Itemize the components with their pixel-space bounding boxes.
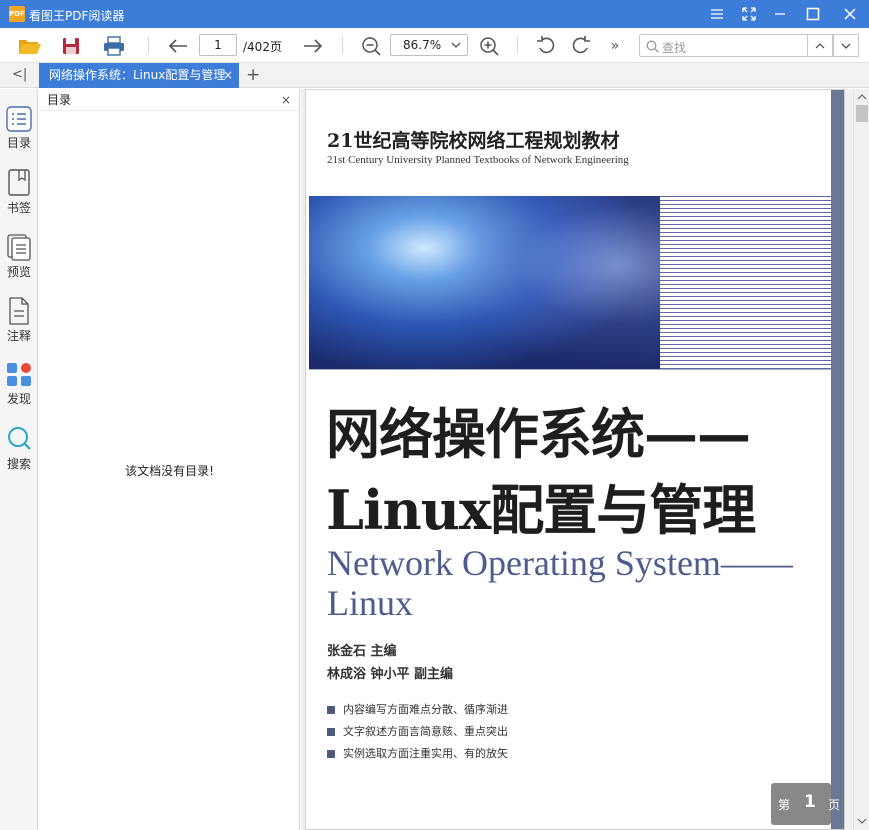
vertical-scrollbar[interactable] <box>853 89 869 830</box>
series-title-en: 21st Century University Planned Textbook… <box>327 154 629 166</box>
minimize-button[interactable] <box>763 0 797 28</box>
author-main: 张金石 主编 <box>327 644 397 659</box>
book-title-cn-line1: 网络操作系统—— <box>326 402 751 466</box>
nav-label: 注释 <box>6 329 31 343</box>
zoom-in-icon <box>480 36 499 56</box>
cover-artwork <box>309 196 833 369</box>
pdf-page: 21世纪高等院校网络工程规划教材 21st Century University… <box>305 89 845 830</box>
nav-item-discover[interactable]: 发现 <box>0 361 38 407</box>
rotate-left-icon <box>537 35 555 53</box>
title-bar: PDF 看图王PDF阅读器 <box>0 0 869 28</box>
panel-title: 目录 <box>47 93 72 107</box>
page-total: /402页 <box>243 40 282 54</box>
tab-bar: <| 网络操作系统：Linux配置与管理 × + <box>0 63 869 88</box>
book-spine-strip <box>831 90 844 829</box>
menu-icon[interactable] <box>700 0 734 28</box>
book-title-en-line1: Network Operating System—— <box>327 543 793 583</box>
feature-bullet: 内容编写方面难点分散、循序渐进 <box>327 701 508 717</box>
close-button[interactable] <box>833 0 867 28</box>
nav-label: 书签 <box>6 201 31 215</box>
new-tab-button[interactable]: + <box>246 65 260 85</box>
bookmark-icon <box>8 169 30 196</box>
rotate-right-icon <box>572 35 590 53</box>
arrow-right-icon <box>304 38 323 53</box>
search-placeholder: 查找 <box>662 41 687 55</box>
feature-bullet: 实例选取方面注重实用、有的放矢 <box>327 745 508 761</box>
print-icon <box>104 35 124 56</box>
page-number-input[interactable]: 1 <box>199 34 237 56</box>
zoom-out-icon <box>362 36 381 56</box>
app-title: 看图王PDF阅读器 <box>29 9 125 23</box>
sidebar-toggle-button[interactable]: <| <box>12 67 27 82</box>
stripe-pattern <box>660 196 833 369</box>
toc-empty-message: 该文档没有目录! <box>125 464 214 478</box>
zoom-value: 86.7% <box>403 38 442 52</box>
fullscreen-icon[interactable] <box>732 0 766 28</box>
chevron-down-icon <box>451 36 461 60</box>
prev-page-button[interactable] <box>165 28 191 63</box>
nav-label: 目录 <box>6 136 31 150</box>
search-prev-button[interactable] <box>807 34 833 57</box>
maximize-button[interactable] <box>796 0 830 28</box>
toc-panel: 目录 × 该文档没有目录! <box>39 89 300 830</box>
folder-open-icon <box>19 39 41 54</box>
toc-icon <box>6 106 32 132</box>
scrollbar-thumb[interactable] <box>856 105 868 122</box>
rotate-left-button[interactable] <box>533 28 559 63</box>
document-viewer[interactable]: 21世纪高等院校网络工程规划教材 21st Century University… <box>301 89 853 830</box>
toolbar-divider <box>148 37 149 54</box>
nav-item-bookmark[interactable]: 书签 <box>0 169 38 216</box>
tab-label: 网络操作系统：Linux配置与管理 <box>49 68 226 82</box>
nav-label: 发现 <box>6 392 31 406</box>
scroll-down-icon <box>857 818 867 824</box>
nav-item-toc[interactable]: 目录 <box>0 106 38 151</box>
arrow-left-icon <box>168 38 187 53</box>
toolbar-divider <box>517 37 518 54</box>
save-button[interactable] <box>57 28 85 63</box>
left-nav: 目录 书签 预览 注释 发现 搜索 <box>0 89 38 830</box>
tab-close-icon[interactable]: × <box>223 63 233 88</box>
book-title-cn-line2: Linux配置与管理 <box>326 478 756 542</box>
search-input[interactable]: 查找 <box>639 34 808 57</box>
print-button[interactable] <box>99 28 129 63</box>
toolbar-divider <box>342 37 343 54</box>
search-icon <box>646 40 659 53</box>
next-page-button[interactable] <box>300 28 326 63</box>
rotate-right-button[interactable] <box>568 28 594 63</box>
annotation-icon <box>9 297 29 325</box>
feature-bullet: 文字叙述方面言简意赅、重点突出 <box>327 723 508 739</box>
toolbar: 1 /402页 86.7% » 查找 <box>0 28 869 63</box>
preview-icon <box>7 234 31 261</box>
page-indicator-number: 1 <box>804 792 816 812</box>
panel-close-icon[interactable]: × <box>281 89 291 111</box>
series-title-cn: 21世纪高等院校网络工程规划教材 <box>327 130 620 152</box>
zoom-select[interactable]: 86.7% <box>390 34 468 56</box>
open-file-button[interactable] <box>15 28 45 63</box>
book-title-en-line2: Linux <box>327 583 413 623</box>
search-icon <box>8 427 31 450</box>
panel-header: 目录 × <box>39 89 299 111</box>
chevron-up-icon <box>815 42 825 48</box>
nav-item-annotation[interactable]: 注释 <box>0 297 38 344</box>
chevron-down-icon <box>841 43 851 49</box>
tab-document[interactable]: 网络操作系统：Linux配置与管理 × <box>39 63 239 88</box>
zoom-in-button[interactable] <box>476 28 502 63</box>
zoom-out-button[interactable] <box>358 28 384 63</box>
discover-icon <box>7 363 31 386</box>
nav-label: 预览 <box>6 265 31 279</box>
nav-item-preview[interactable]: 预览 <box>0 234 38 280</box>
scroll-up-icon <box>857 94 867 100</box>
nav-label: 搜索 <box>6 457 31 471</box>
app-logo-icon: PDF <box>9 6 25 22</box>
nav-item-search[interactable]: 搜索 <box>0 426 38 472</box>
more-tools-button[interactable]: » <box>605 28 625 63</box>
page-indicator: 第 1 页 <box>771 783 840 825</box>
search-next-button[interactable] <box>833 34 859 57</box>
author-assoc: 林成浴 钟小平 副主编 <box>327 667 454 682</box>
save-icon <box>63 37 79 54</box>
